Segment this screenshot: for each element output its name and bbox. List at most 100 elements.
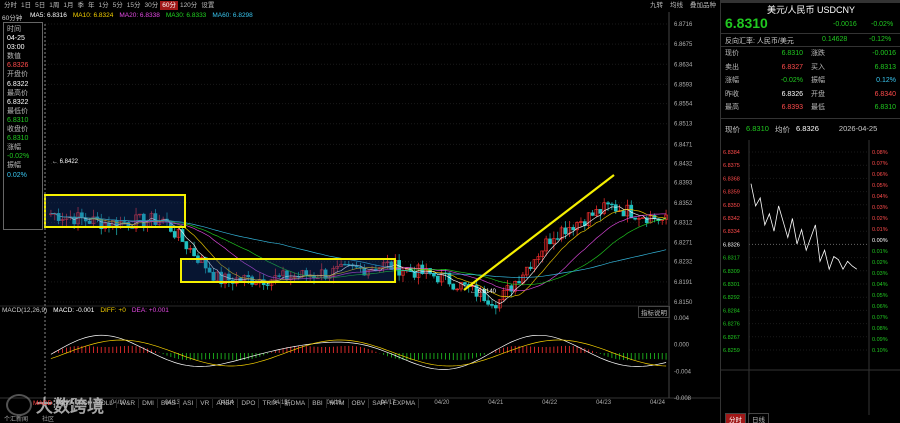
- period-9[interactable]: 30分: [142, 1, 160, 10]
- tip-chg: -0.02%: [7, 153, 30, 161]
- macd-diff: DIFF: +0: [100, 307, 126, 314]
- indicator-tab-kdj[interactable]: KDJ: [56, 398, 76, 408]
- divider: [721, 33, 900, 34]
- indicator-tab-arbr[interactable]: ARBR: [213, 398, 239, 408]
- mini-y-left: 6.8284: [723, 308, 740, 314]
- mini-avg: 6.8326: [795, 124, 819, 133]
- macd-y-tick: 0.000: [674, 343, 690, 349]
- candle-body: [486, 300, 490, 305]
- quote-row: 最高 6.8393 最低 6.8310: [725, 103, 896, 113]
- y-tick-label: 6.8393: [674, 181, 693, 187]
- period-10[interactable]: 60分: [160, 0, 178, 10]
- macd-title: MACD(12,26,9): [2, 307, 48, 314]
- indicator-tab-macd[interactable]: MACD: [30, 398, 57, 408]
- y-tick-label: 6.8432: [674, 161, 693, 167]
- period-3[interactable]: 1月: [61, 1, 75, 10]
- tip-high: 6.8322: [7, 98, 29, 106]
- mini-y-right: 0.10%: [872, 348, 888, 354]
- quote-row-label: 卖出: [725, 63, 739, 71]
- intraday-chart[interactable]: 6.8384 6.8375 6.8368 6.8359 6.8350 6.8342 6.83…: [721, 140, 900, 415]
- mini-y-right: 0.05%: [872, 183, 888, 189]
- tip-chg-label: 涨幅: [7, 144, 21, 152]
- candle-body: [463, 282, 467, 285]
- indicator-tab-mtm[interactable]: MTM: [327, 398, 349, 408]
- mini-price-label: 现价: [725, 125, 740, 134]
- indicator-tab-新dma[interactable]: 新DMA: [281, 398, 310, 408]
- y-tick-label: 6.8312: [674, 220, 693, 226]
- indicator-tab-bbi[interactable]: BBI: [309, 398, 327, 408]
- period-1[interactable]: 5日: [33, 1, 47, 10]
- y-tick-label: 6.8271: [674, 241, 693, 247]
- high-mark-label: ← 6.8422: [52, 159, 79, 165]
- mini-y-left: 6.8368: [723, 176, 740, 182]
- quote-row-value2: 6.8313: [874, 63, 896, 71]
- mini-tab-1[interactable]: 日线: [748, 413, 769, 423]
- quote-row-label2: 涨跌: [811, 50, 825, 57]
- quote-row-label: 昨收: [725, 90, 739, 98]
- candle-body: [509, 285, 514, 292]
- candle-body: [172, 231, 177, 238]
- candle-body: [494, 305, 498, 309]
- period-2[interactable]: 1周: [47, 1, 61, 10]
- candle-body: [613, 204, 618, 212]
- period-6[interactable]: 1分: [97, 1, 111, 10]
- period-intraday[interactable]: 分时: [2, 1, 19, 10]
- macd-dea: DEA: +0.001: [131, 307, 169, 314]
- indicator-tab-asi[interactable]: ASI: [180, 398, 198, 408]
- main-chart[interactable]: 6.8716 6.8675 6.8634 6.8593 6.8554 6.8513 6.84…: [0, 12, 720, 410]
- tip-close-label: 收盘价: [7, 126, 28, 134]
- indicator-tab-w&r[interactable]: W&R: [117, 398, 140, 408]
- period-11[interactable]: 120分: [178, 1, 199, 10]
- indicator-tab-dmi[interactable]: DMI: [139, 398, 158, 408]
- mini-y-right: 0.06%: [872, 304, 888, 310]
- mini-y-left: 6.8384: [723, 150, 740, 156]
- toolbar-right-2[interactable]: 叠加品种: [688, 1, 718, 10]
- quote-row-label: 现价: [725, 50, 739, 57]
- y-tick-label: 6.8554: [674, 102, 693, 108]
- quote-row: 卖出 6.8327 买入 6.8313: [725, 63, 896, 73]
- low-mark-label: ← 6.8140: [470, 289, 497, 295]
- indicator-tab-trix[interactable]: TRIX: [259, 398, 282, 408]
- mini-tab-0[interactable]: 分时: [725, 413, 746, 423]
- period-8[interactable]: 15分: [125, 1, 143, 10]
- indicator-tab-boll[interactable]: BOLL: [93, 398, 117, 408]
- candle-body: [435, 275, 440, 283]
- candle-body: [548, 238, 552, 245]
- mini-y-right: 0.03%: [872, 205, 888, 211]
- candle-body: [610, 203, 614, 206]
- x-tick-label: 04/23: [596, 400, 612, 406]
- mini-y-right: 0.02%: [872, 216, 888, 222]
- y-tick-label: 6.8716: [674, 22, 693, 28]
- indicator-tab-sar[interactable]: SAR: [369, 398, 390, 408]
- indicator-tab-rsi[interactable]: RSI: [75, 398, 94, 408]
- tip-amp: 0.02%: [7, 171, 27, 179]
- indicator-tab-bias[interactable]: BIAS: [158, 398, 180, 408]
- quote-row-value2: 6.8310: [874, 104, 896, 111]
- mini-y-left: 6.8301: [723, 282, 740, 288]
- toolbar-right-0[interactable]: 九转: [648, 1, 665, 10]
- period-4[interactable]: 季: [76, 1, 87, 10]
- tip-amp-label: 振幅: [7, 162, 21, 170]
- candle-body: [571, 227, 576, 231]
- x-tick-label: 04/21: [488, 400, 504, 406]
- mini-price-line: [750, 183, 858, 271]
- mini-y-right: 0.05%: [872, 293, 888, 299]
- period-0[interactable]: 1日: [19, 1, 33, 10]
- indicator-tab-dpo[interactable]: DPO: [238, 398, 260, 408]
- mini-y-right: 0.07%: [872, 161, 888, 167]
- indicator-tab-obv[interactable]: OBV: [349, 398, 370, 408]
- indicator-tab-expma[interactable]: EXPMA: [390, 398, 420, 408]
- candle-body: [606, 202, 610, 205]
- reverse-rate-label: 反向汇率: 人民币/美元: [725, 38, 794, 45]
- mini-date: 2026-04-25: [838, 124, 878, 133]
- quote-pct: -0.02%: [871, 21, 894, 28]
- period-7[interactable]: 5分: [111, 1, 125, 10]
- candle-body: [621, 210, 626, 217]
- period-5[interactable]: 年: [86, 1, 97, 10]
- quote-row-value2: 0.12%: [876, 77, 896, 84]
- indicator-help-button[interactable]: 指标说明: [638, 306, 670, 318]
- indicator-tab-vr[interactable]: VR: [197, 398, 214, 408]
- macd-y-tick: -0.008: [674, 396, 692, 402]
- toolbar-right-1[interactable]: 均线: [668, 1, 685, 10]
- period-12[interactable]: 设置: [199, 1, 216, 10]
